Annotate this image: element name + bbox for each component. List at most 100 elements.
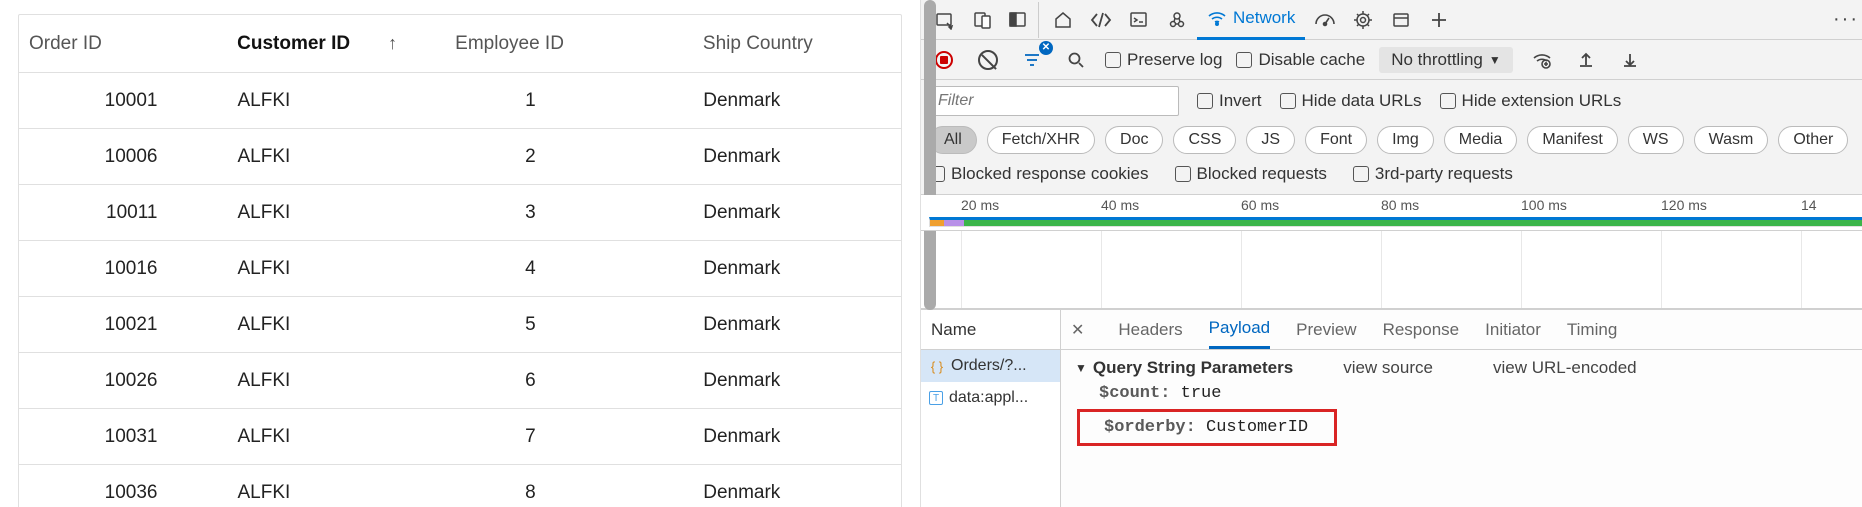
type-filter-all[interactable]: All [929, 126, 977, 154]
table-row[interactable]: 10001ALFKI1Denmark [19, 73, 901, 129]
table-row[interactable]: 10021ALFKI5Denmark [19, 297, 901, 353]
table-row[interactable]: 10006ALFKI2Denmark [19, 129, 901, 185]
invert-label: Invert [1219, 91, 1262, 111]
vertical-scrollbar[interactable] [920, 0, 921, 507]
application-tab-icon[interactable] [1383, 2, 1419, 38]
blocked-requests-checkbox[interactable]: Blocked requests [1175, 164, 1327, 184]
column-header-customer-id[interactable]: Customer ID ↑ [227, 33, 445, 55]
type-filter-js[interactable]: JS [1246, 126, 1295, 154]
type-filter-wasm[interactable]: Wasm [1694, 126, 1769, 154]
table-row[interactable]: 10016ALFKI4Denmark [19, 241, 901, 297]
filter-input[interactable] [929, 86, 1179, 116]
type-filter-media[interactable]: Media [1444, 126, 1518, 154]
grid-header-row: Order ID Customer ID ↑ Employee ID Ship … [19, 15, 901, 73]
detail-tab-response[interactable]: Response [1383, 312, 1460, 348]
request-item[interactable]: Tdata:appl... [921, 382, 1060, 414]
dock-icon[interactable] [1003, 2, 1039, 38]
type-filter-ws[interactable]: WS [1628, 126, 1684, 154]
request-detail: ✕ Headers Payload Preview Response Initiator… [1061, 310, 1862, 507]
export-har-icon[interactable] [1615, 45, 1645, 75]
type-filter-css[interactable]: CSS [1173, 126, 1236, 154]
import-har-icon[interactable] [1571, 45, 1601, 75]
console-tab-icon[interactable] [1121, 2, 1157, 38]
scrollbar-thumb[interactable] [924, 0, 936, 310]
sources-tab-icon[interactable] [1159, 2, 1195, 38]
type-filter-fetchxhr[interactable]: Fetch/XHR [987, 126, 1095, 154]
cell-employee-id: 4 [445, 258, 693, 280]
qsp-title: Query String Parameters [1093, 358, 1293, 378]
cell-customer-id: ALFKI [227, 370, 445, 392]
table-row[interactable]: 10026ALFKI6Denmark [19, 353, 901, 409]
column-header-employee-id[interactable]: Employee ID [445, 33, 693, 55]
cell-order-id: 10031 [19, 426, 227, 448]
table-row[interactable]: 10031ALFKI7Denmark [19, 409, 901, 465]
cell-employee-id: 3 [445, 202, 693, 224]
cell-customer-id: ALFKI [227, 90, 445, 112]
network-detail-area: Name { }Orders/?...Tdata:appl... ✕ Heade… [921, 309, 1862, 507]
close-detail-icon[interactable]: ✕ [1071, 320, 1084, 340]
param-orderby-value: CustomerID [1206, 418, 1308, 437]
device-icon[interactable] [965, 2, 1001, 38]
column-header-order-id[interactable]: Order ID [19, 33, 227, 55]
type-filter-manifest[interactable]: Manifest [1527, 126, 1617, 154]
view-source-link[interactable]: view source [1343, 358, 1433, 378]
type-filter-img[interactable]: Img [1377, 126, 1434, 154]
elements-tab-icon[interactable] [1083, 2, 1119, 38]
timeline-grid[interactable] [921, 231, 1862, 309]
timeline-tick: 80 ms [1381, 197, 1521, 213]
type-filter-other[interactable]: Other [1778, 126, 1848, 154]
devtools-panel: Network ··· ✕ Preserve log Disable cache… [921, 0, 1862, 507]
view-url-encoded-link[interactable]: view URL-encoded [1493, 358, 1637, 378]
welcome-tab-icon[interactable] [1045, 2, 1081, 38]
cell-customer-id: ALFKI [227, 202, 445, 224]
filter-toggle-icon[interactable]: ✕ [1017, 45, 1047, 75]
cell-ship-country: Denmark [693, 426, 901, 448]
request-item[interactable]: { }Orders/?... [921, 350, 1060, 382]
disable-cache-checkbox[interactable]: Disable cache [1236, 50, 1365, 70]
invert-checkbox[interactable]: Invert [1197, 91, 1262, 111]
network-conditions-icon[interactable] [1527, 45, 1557, 75]
type-filter-font[interactable]: Font [1305, 126, 1367, 154]
detail-tab-timing[interactable]: Timing [1567, 312, 1617, 348]
query-string-params-header[interactable]: ▼ Query String Parameters view source vi… [1075, 358, 1862, 378]
devtools-tabstrip: Network ··· [921, 0, 1862, 40]
param-count-value: true [1181, 384, 1222, 403]
search-icon[interactable] [1061, 45, 1091, 75]
blocked-cookies-checkbox[interactable]: Blocked response cookies [929, 164, 1149, 184]
network-tab[interactable]: Network [1197, 0, 1305, 40]
memory-tab-icon[interactable] [1345, 2, 1381, 38]
cell-employee-id: 7 [445, 426, 693, 448]
detail-tab-preview[interactable]: Preview [1296, 312, 1356, 348]
request-list-header[interactable]: Name [921, 310, 1060, 350]
json-icon: { } [929, 358, 945, 374]
timeline-tick: 120 ms [1661, 197, 1801, 213]
hide-extension-urls-label: Hide extension URLs [1462, 91, 1622, 111]
more-icon[interactable]: ··· [1833, 8, 1859, 31]
detail-tab-headers[interactable]: Headers [1118, 312, 1182, 348]
preserve-log-checkbox[interactable]: Preserve log [1105, 50, 1222, 70]
performance-tab-icon[interactable] [1307, 2, 1343, 38]
table-row[interactable]: 10036ALFKI8Denmark [19, 465, 901, 507]
cell-employee-id: 8 [445, 482, 693, 504]
cell-employee-id: 2 [445, 146, 693, 168]
cell-order-id: 10026 [19, 370, 227, 392]
network-timeline[interactable]: 20 ms40 ms60 ms80 ms100 ms120 ms14 [921, 195, 1862, 231]
add-tab-icon[interactable] [1421, 2, 1457, 38]
cell-ship-country: Denmark [693, 202, 901, 224]
detail-tab-payload[interactable]: Payload [1209, 310, 1270, 349]
data-grid-pane: Order ID Customer ID ↑ Employee ID Ship … [0, 0, 920, 507]
type-filter-doc[interactable]: Doc [1105, 126, 1163, 154]
cell-ship-country: Denmark [693, 482, 901, 504]
column-header-ship-country[interactable]: Ship Country [693, 33, 901, 55]
table-row[interactable]: 10011ALFKI3Denmark [19, 185, 901, 241]
cell-order-id: 10006 [19, 146, 227, 168]
detail-tab-initiator[interactable]: Initiator [1485, 312, 1541, 348]
throttling-label: No throttling [1391, 50, 1483, 70]
hide-data-urls-checkbox[interactable]: Hide data URLs [1280, 91, 1422, 111]
hide-extension-urls-checkbox[interactable]: Hide extension URLs [1440, 91, 1622, 111]
throttling-dropdown[interactable]: No throttling▼ [1379, 47, 1513, 73]
param-count-key: $count: [1099, 384, 1170, 403]
third-party-checkbox[interactable]: 3rd-party requests [1353, 164, 1513, 184]
request-list: Name { }Orders/?...Tdata:appl... [921, 310, 1061, 507]
clear-button[interactable] [973, 45, 1003, 75]
